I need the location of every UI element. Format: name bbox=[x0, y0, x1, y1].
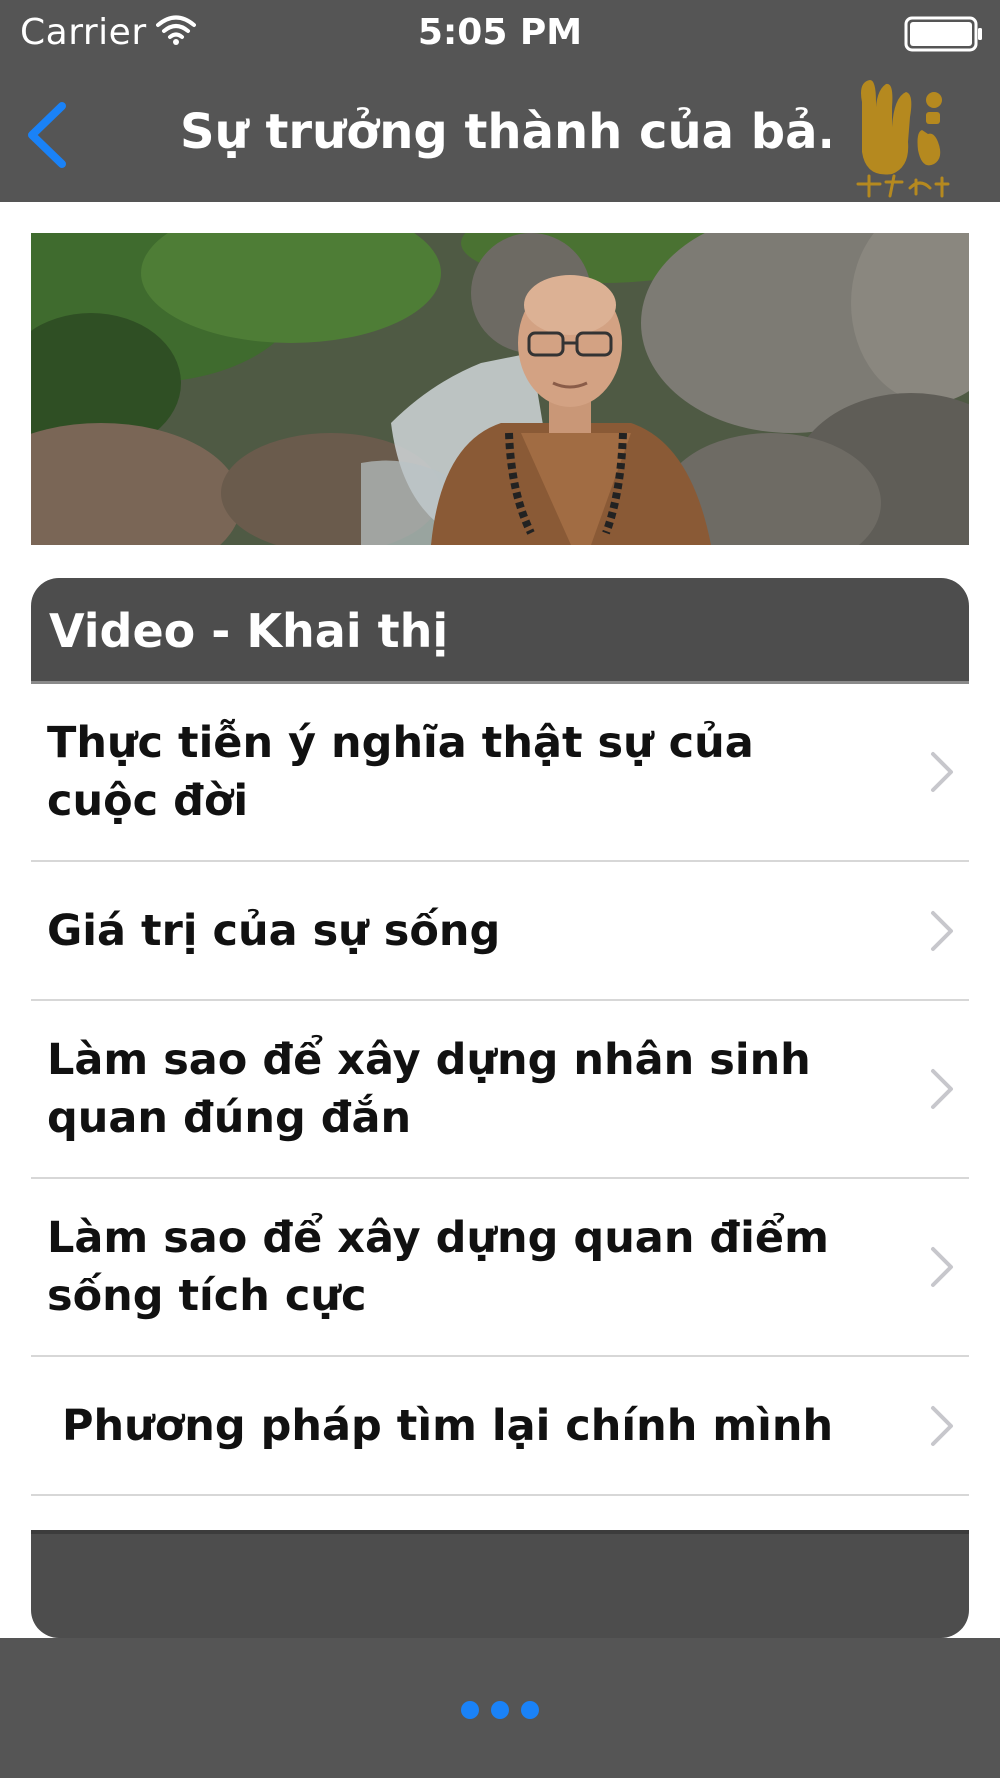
list-item[interactable]: Thực tiễn ý nghĩa thật sự của cuộc đời bbox=[31, 684, 969, 862]
chevron-right-icon bbox=[931, 1247, 953, 1287]
video-list: Thực tiễn ý nghĩa thật sự của cuộc đời G… bbox=[31, 684, 969, 1496]
chevron-right-icon bbox=[931, 752, 953, 792]
ellipsis-dots-icon[interactable] bbox=[458, 1698, 542, 1722]
battery-icon bbox=[904, 16, 982, 52]
list-item-label: Giá trị của sự sống bbox=[47, 905, 501, 956]
list-item-label: Làm sao để xây dựng nhân sinh quan đúng … bbox=[47, 1035, 811, 1143]
list-item-label: Làm sao để xây dựng quan điểm sống tích … bbox=[47, 1213, 829, 1321]
app-logo bbox=[856, 80, 950, 198]
chevron-left-icon bbox=[28, 102, 66, 168]
hero-illustration bbox=[31, 233, 969, 545]
status-bar: Carrier 5:05 PM bbox=[0, 0, 1000, 66]
page-title: Sự trưởng thành của bả... bbox=[180, 104, 830, 160]
list-item[interactable]: Làm sao để xây dựng quan điểm sống tích … bbox=[31, 1179, 969, 1357]
list-item[interactable]: Giá trị của sự sống bbox=[31, 862, 969, 1001]
navigation-bar: Sự trưởng thành của bả... bbox=[0, 66, 1000, 202]
section-footer bbox=[31, 1530, 969, 1638]
section-title: Video - Khai thị bbox=[49, 604, 449, 658]
list-item[interactable]: Làm sao để xây dựng nhân sinh quan đúng … bbox=[31, 1001, 969, 1179]
bottom-bar bbox=[0, 1638, 1000, 1778]
hero-photo bbox=[31, 233, 969, 545]
chevron-right-icon bbox=[931, 1405, 953, 1446]
chevron-right-icon bbox=[931, 910, 953, 951]
list-item-label: Thực tiễn ý nghĩa thật sự của cuộc đời bbox=[47, 718, 754, 826]
status-time: 5:05 PM bbox=[417, 12, 583, 53]
section-header: Video - Khai thị bbox=[31, 578, 969, 684]
chevron-right-icon bbox=[931, 1069, 953, 1109]
back-button[interactable] bbox=[22, 100, 74, 170]
list-item[interactable]: Phương pháp tìm lại chính mình bbox=[31, 1357, 969, 1496]
list-item-label: Phương pháp tìm lại chính mình bbox=[47, 1400, 834, 1451]
